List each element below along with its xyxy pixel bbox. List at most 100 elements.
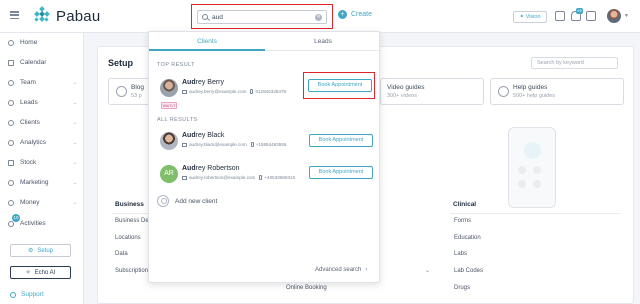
setup-link[interactable]: Locations (115, 235, 141, 241)
sidebar-item-marketing[interactable]: Marketing ⌄ (8, 179, 80, 186)
setup-link[interactable]: Business De (115, 218, 149, 224)
user-avatar[interactable] (607, 9, 621, 23)
app-name: Pabau (56, 7, 101, 25)
chevron-down-icon: ⌄ (72, 159, 77, 166)
clinical-heading: Clinical (453, 201, 477, 208)
support-label: Support (21, 291, 44, 298)
create-button[interactable]: + Create (338, 10, 372, 19)
chevron-down-icon[interactable]: ⌄ (425, 267, 430, 274)
app-logo[interactable]: Pabau (33, 6, 101, 25)
money-icon (8, 199, 14, 206)
chevron-down-icon: ⌄ (72, 99, 77, 106)
create-label: Create (351, 11, 373, 18)
book-appointment-button[interactable]: Book Appointment (309, 134, 373, 147)
advanced-search-link[interactable]: Advanced search › (315, 267, 367, 273)
calendar-icon (8, 59, 14, 66)
divider (112, 213, 148, 214)
tile-title: Video guides (387, 84, 425, 91)
home-icon (8, 39, 14, 46)
activities-badge: 10 (12, 214, 20, 222)
phone-icon (250, 142, 254, 148)
chevron-down-icon: ⌄ (72, 179, 77, 186)
sidebar-item-clients[interactable]: Clients ⌄ (8, 119, 80, 126)
advanced-search-label: Advanced search (315, 267, 362, 273)
keyword-search-input[interactable]: Search by keyword (531, 57, 618, 69)
setup-link[interactable]: Forms (454, 218, 471, 224)
chevron-right-icon: › (365, 267, 368, 273)
client-name: Audrey Robertson (182, 165, 240, 172)
client-contact: audrey.black@example.com +15854463555 (182, 142, 286, 148)
pabau-logo-icon (33, 6, 51, 25)
all-results-label: ALL RESULTS (157, 117, 198, 123)
setup-link[interactable]: Education (454, 235, 481, 241)
client-contact: audrey.berry@example.com 012946326478 (182, 89, 286, 95)
top-result-label: TOP RESULT (157, 62, 195, 68)
echo-label: Echo AI (34, 269, 56, 276)
sidebar-item-label: Leads (20, 99, 38, 106)
help-icon (498, 86, 509, 97)
setup-button[interactable]: ⚙ Setup (10, 244, 71, 257)
sidebar-item-label: Team (20, 79, 36, 86)
chevron-down-icon: ⌄ (72, 139, 77, 146)
gear-icon: ⚙ (27, 248, 34, 254)
client-name: Audrey Black (182, 132, 225, 139)
results-tabs: Clients Leads (149, 32, 381, 51)
add-new-client[interactable]: Add new client (157, 195, 217, 207)
help-guides-tile[interactable]: Help guides 500+ help guides (490, 78, 624, 105)
sidebar-item-activities[interactable]: Activities (8, 220, 80, 227)
sidebar-item-label: Home (20, 39, 38, 46)
sidebar-item-label: Marketing (20, 179, 49, 186)
business-heading: Business (115, 201, 144, 208)
blog-tile[interactable]: Blog 53 p (108, 78, 152, 105)
add-new-client-label: Add new client (175, 197, 218, 205)
top-bar: Pabau aud ✕ + Create ✦ Vision 99 ▼ (0, 0, 640, 33)
notifications-badge: 99 (576, 8, 583, 14)
tab-clients[interactable]: Clients (149, 32, 265, 51)
calendar-icon[interactable] (555, 11, 565, 21)
avatar (160, 132, 178, 150)
page-title: Setup (108, 58, 134, 68)
phone-icon (250, 89, 254, 95)
sidebar-item-analytics[interactable]: Analytics ⌄ (8, 139, 80, 146)
email-icon (182, 90, 187, 94)
book-appointment-button[interactable]: Book Appointment (309, 166, 373, 179)
sidebar-item-home[interactable]: Home (8, 39, 80, 46)
setup-link[interactable]: Data (115, 251, 128, 257)
tab-leads[interactable]: Leads (265, 32, 381, 51)
setup-link[interactable]: Online Booking (286, 285, 327, 291)
leads-icon (8, 99, 14, 106)
setup-label: Setup (37, 247, 54, 254)
sparkle-icon: ✧ (25, 270, 31, 276)
sidebar-item-leads[interactable]: Leads ⌄ (8, 99, 80, 106)
book-highlight-box (303, 72, 375, 99)
sidebar (0, 33, 84, 304)
sidebar-item-label: Activities (20, 220, 46, 227)
avatar-initials: AR (160, 165, 178, 183)
vision-button[interactable]: ✦ Vision (513, 11, 547, 23)
setup-link[interactable]: Drugs (454, 285, 470, 291)
divider (450, 213, 620, 214)
help-icon (10, 291, 16, 298)
tile-title: Blog (131, 84, 145, 91)
status-badge: WAITLT (161, 102, 177, 109)
avatar (160, 79, 178, 97)
sidebar-item-team[interactable]: Team ⌄ (8, 79, 80, 86)
video-guides-tile[interactable]: Video guides 300+ videos (380, 78, 484, 105)
clipboard-icon[interactable] (586, 11, 596, 21)
phone-icon (259, 175, 263, 181)
menu-icon[interactable] (10, 11, 19, 20)
stock-icon (8, 159, 14, 166)
echo-ai-button[interactable]: ✧ Echo AI (10, 266, 71, 279)
support-link[interactable]: Support (10, 291, 44, 298)
sidebar-item-money[interactable]: Money ⌄ (8, 199, 80, 206)
sidebar-item-stock[interactable]: Stock ⌄ (8, 159, 80, 166)
setup-link[interactable]: Labs (454, 251, 467, 257)
chevron-down-icon[interactable]: ▼ (624, 13, 629, 19)
email-icon (182, 176, 187, 180)
sidebar-item-label: Analytics (20, 139, 47, 146)
setup-link[interactable]: Lab Codes (454, 268, 483, 274)
tile-subtitle: 53 p (131, 93, 142, 99)
setup-link[interactable]: Subscription (115, 268, 148, 274)
sidebar-item-calendar[interactable]: Calendar (8, 59, 80, 66)
tile-subtitle: 300+ videos (387, 93, 417, 99)
